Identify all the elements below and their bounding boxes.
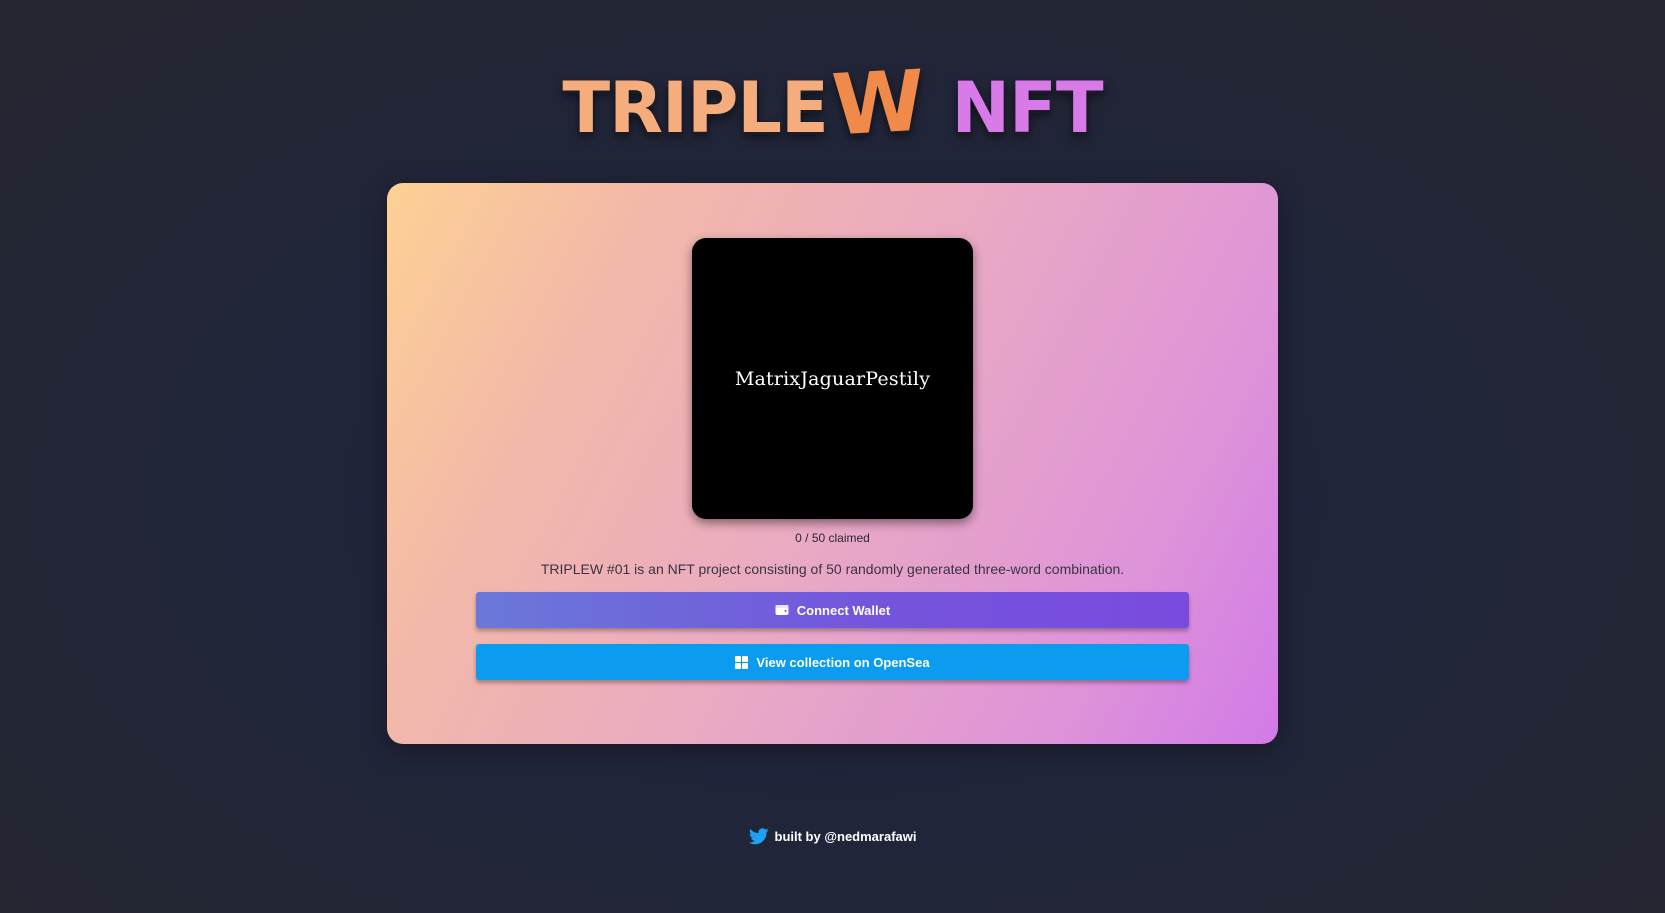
nft-preview-image: MatrixJaguarPestily — [692, 238, 973, 519]
footer: built by @nedmarafawi — [0, 828, 1665, 845]
connect-wallet-button[interactable]: Connect Wallet — [476, 592, 1189, 628]
grid-icon — [735, 655, 749, 669]
nft-words-text: MatrixJaguarPestily — [734, 367, 931, 390]
twitter-icon[interactable] — [748, 828, 769, 845]
claimed-counter: 0 / 50 claimed — [795, 531, 870, 545]
logo-part-triple: TRIPLE — [562, 67, 828, 149]
mint-card: MatrixJaguarPestily 0 / 50 claimed TRIPL… — [387, 183, 1278, 744]
site-logo: TRIPLEW NFT — [0, 51, 1665, 155]
connect-wallet-label: Connect Wallet — [796, 602, 891, 618]
view-opensea-button[interactable]: View collection on OpenSea — [476, 644, 1189, 680]
logo-part-nft: NFT — [951, 67, 1103, 149]
author-link[interactable]: built by @nedmarafawi — [775, 829, 917, 844]
wallet-icon — [775, 604, 789, 616]
project-description: TRIPLEW #01 is an NFT project consisting… — [540, 561, 1125, 577]
logo-part-w: W — [829, 51, 926, 155]
view-opensea-label: View collection on OpenSea — [756, 654, 930, 670]
